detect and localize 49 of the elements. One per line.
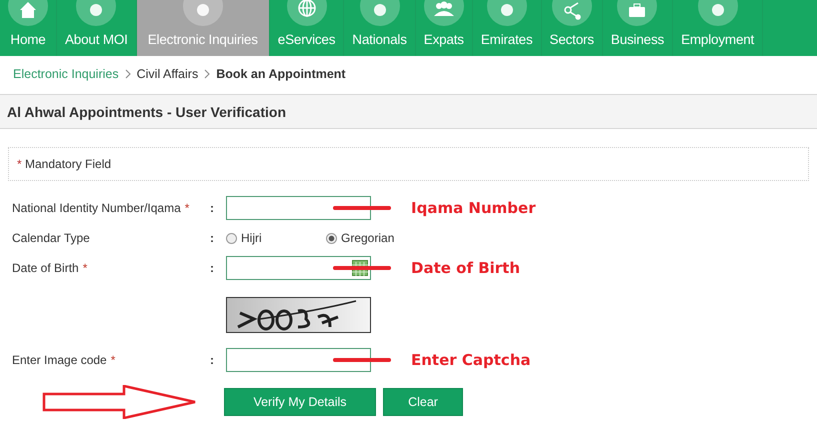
field-label: Date of Birth [12,260,79,276]
breadcrumb-link[interactable]: Electronic Inquiries [13,67,119,81]
pointer-line [333,266,391,270]
people-icon [424,0,464,26]
radio-button[interactable] [326,232,337,244]
nav-tab[interactable]: Nationals [344,0,416,56]
annotation: Enter Captcha [411,351,531,369]
input-field[interactable] [226,196,371,220]
globe-icon [286,0,327,26]
nav-tab[interactable]: Sectors [542,0,603,56]
field-label: Enter Image code [12,352,107,368]
nav-tab[interactable]: Employment [673,0,764,56]
pointer-line [333,358,391,362]
separator: : [210,353,215,367]
clear-button[interactable]: Clear [383,388,463,416]
nav-tab[interactable]: eServices [270,0,344,56]
nav-tab[interactable]: Emirates [472,0,542,56]
chevron-icon [124,69,131,79]
nav-tab[interactable]: Expats [416,0,473,56]
briefcase-icon [617,0,658,26]
required-mark: * [110,352,116,368]
breadcrumb-current: Book an Appointment [216,67,346,81]
separator: : [210,201,215,215]
verify-button[interactable]: Verify My Details [224,388,376,416]
annotation: Date of Birth [411,259,520,277]
separator: : [210,231,215,245]
mandatory-note: * Mandatory Field [17,157,112,171]
annotation: Iqama Number [411,199,536,217]
separator: : [210,261,215,275]
chevron-icon [204,69,210,79]
required-mark: * [82,260,88,276]
radio-button[interactable] [226,232,237,244]
nav-tab[interactable]: About MOI [57,0,137,56]
required-mark: * [184,200,190,216]
breadcrumb-link[interactable]: Civil Affairs [136,67,198,81]
nav-tab[interactable]: Home [0,0,57,56]
arrow-icon [42,385,198,419]
panel-title: Al Ahwal Appointments - User Verification [7,104,286,120]
field-label: Calendar Type [12,230,90,246]
house-icon [8,0,48,26]
radio-option[interactable]: Hijri [226,231,326,245]
pointer-line [333,206,391,210]
date-field[interactable] [226,256,371,280]
nav-tab[interactable]: Electronic Inquiries [136,0,270,56]
radio-option[interactable]: Gregorian [326,231,426,245]
network-icon [552,0,592,26]
nav-tab[interactable]: Business [602,0,674,56]
field-label: National Identity Number/Iqama [12,200,181,216]
input-field[interactable] [226,348,371,372]
